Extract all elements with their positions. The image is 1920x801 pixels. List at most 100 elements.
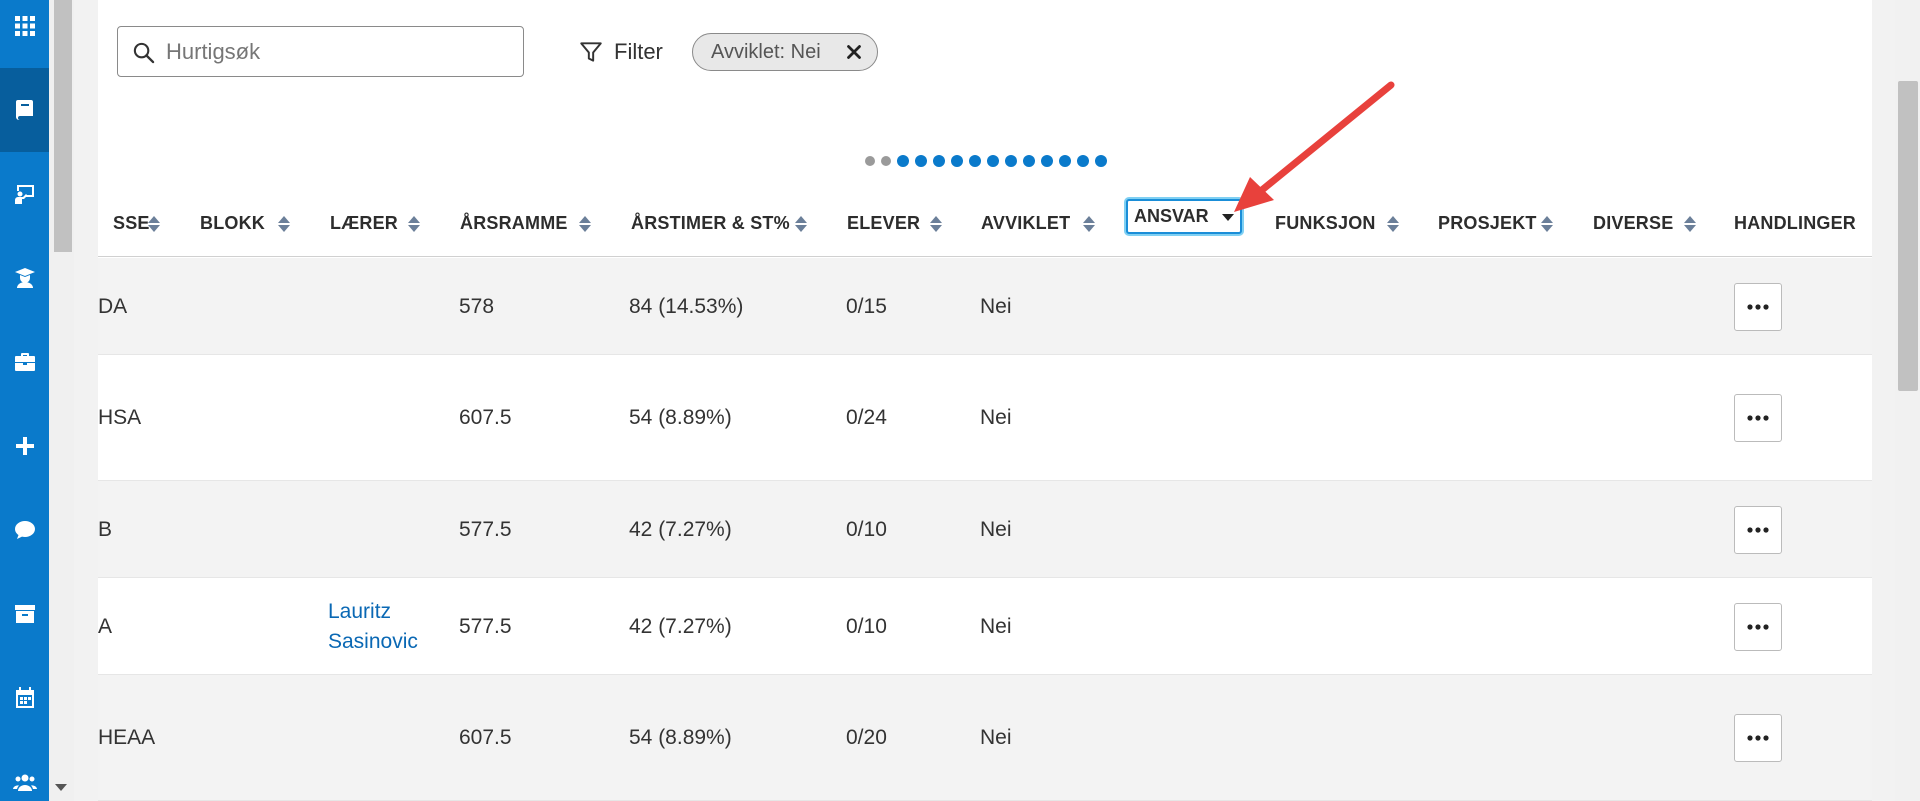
cell-elever: 0/24 (846, 406, 887, 429)
pager-dot[interactable] (987, 155, 999, 167)
nav-add[interactable] (0, 404, 49, 488)
sort-arrows-icon[interactable] (277, 209, 291, 237)
plus-icon (15, 437, 34, 455)
cell-elever: 0/20 (846, 726, 887, 749)
search-input[interactable] (166, 37, 506, 67)
more-dots-icon (1747, 303, 1769, 310)
close-icon[interactable] (843, 41, 865, 63)
pager-dot[interactable] (1095, 155, 1107, 167)
nav-archive[interactable] (0, 572, 49, 656)
sort-arrows-icon[interactable] (1540, 209, 1554, 237)
pager-dot[interactable] (969, 155, 981, 167)
table-row: B 577.5 42 (7.27%) 0/10 Nei (98, 481, 1872, 578)
pager-dot[interactable] (1041, 155, 1053, 167)
pager-dot[interactable] (1005, 155, 1017, 167)
nav-students[interactable] (0, 236, 49, 320)
header-ansvar-label: ANSVAR (1134, 206, 1209, 226)
sort-arrows-icon[interactable] (1082, 209, 1096, 237)
pager-dot[interactable] (915, 155, 927, 167)
cell-arsramme: 607.5 (459, 406, 512, 429)
cell-laerer-link[interactable]: Lauritz (328, 597, 391, 627)
header-årsramme[interactable]: ÅRSRAMME (460, 189, 591, 257)
header-årstimer-st-[interactable]: ÅRSTIMER & ST% (631, 189, 807, 257)
pager-dot[interactable] (1059, 155, 1071, 167)
header-label: ÅRSRAMME (460, 212, 568, 233)
pager-dot[interactable] (1077, 155, 1089, 167)
filter-button[interactable]: Filter (578, 36, 663, 68)
table-row: DA 578 84 (14.53%) 0/15 Nei (98, 258, 1872, 355)
header-prosjekt[interactable]: PROSJEKT (1438, 189, 1553, 257)
quick-search[interactable] (117, 26, 524, 77)
pager-dot[interactable] (951, 155, 963, 167)
search-icon (133, 42, 155, 64)
nav-calendar[interactable] (0, 656, 49, 740)
pager-dot[interactable] (881, 156, 891, 166)
more-dots-icon (1747, 526, 1769, 533)
cell-klasse: HSA (98, 406, 142, 429)
sort-arrows-icon[interactable] (147, 209, 161, 237)
cell-avviklet: Nei (980, 614, 1012, 638)
users-group-icon (12, 774, 37, 791)
table-row: HEAA 607.5 54 (8.89%) 0/20 Nei (98, 675, 1872, 801)
more-dots-icon (1747, 735, 1769, 741)
nav-messages[interactable] (0, 488, 49, 572)
filter-label: Filter (614, 39, 663, 64)
nav-briefcase[interactable] (0, 320, 49, 404)
header-elever[interactable]: ELEVER (847, 189, 942, 257)
cell-klasse: B (98, 517, 113, 541)
outer-scrollbar-thumb[interactable] (54, 0, 72, 252)
sort-arrows-icon[interactable] (407, 209, 421, 237)
sort-arrows-icon[interactable] (1386, 209, 1400, 237)
header-label: HANDLINGER (1734, 212, 1856, 233)
filter-chip-label: Avviklet: Nei (711, 40, 821, 63)
pager-dot[interactable] (865, 156, 875, 166)
header-sse[interactable]: SSE (113, 189, 160, 257)
left-nav-rail (0, 0, 49, 801)
student-graduate-icon (14, 268, 35, 288)
nav-teacher[interactable] (0, 152, 49, 236)
cell-elever: 0/15 (846, 294, 887, 318)
nav-book[interactable] (0, 68, 49, 152)
row-actions-button[interactable] (1734, 714, 1782, 762)
sort-arrows-icon[interactable] (929, 209, 943, 237)
nav-apps[interactable] (0, 0, 49, 68)
cell-avviklet: Nei (980, 294, 1012, 318)
right-scrollbar-thumb[interactable] (1898, 81, 1918, 391)
cell-arstimer: 84 (14.53%) (629, 294, 744, 318)
cell-arstimer: 54 (8.89%) (629, 406, 732, 429)
cell-laerer-link[interactable]: Sasinovic (328, 627, 418, 657)
row-actions-button[interactable] (1734, 602, 1782, 651)
pager-dot[interactable] (1023, 155, 1035, 167)
apps-grid-icon (14, 16, 35, 36)
caret-down-icon[interactable] (1222, 214, 1234, 221)
cell-arsramme: 577.5 (459, 614, 512, 638)
pager-dot[interactable] (897, 155, 909, 167)
header-funksjon[interactable]: FUNKSJON (1275, 189, 1399, 257)
header-label: ELEVER (847, 212, 921, 233)
cell-arsramme: 577.5 (459, 517, 512, 541)
cell-arstimer: 42 (7.27%) (629, 614, 732, 638)
header-diverse[interactable]: DIVERSE (1593, 189, 1696, 257)
cell-elever: 0/10 (846, 614, 887, 638)
nav-users[interactable] (0, 740, 49, 801)
header-label: PROSJEKT (1438, 212, 1537, 233)
sort-arrows-icon[interactable] (578, 209, 592, 237)
header-label: AVVIKLET (981, 212, 1071, 233)
cell-arstimer: 54 (8.89%) (629, 726, 732, 749)
header-label: BLOKK (200, 212, 265, 233)
row-actions-button[interactable] (1734, 394, 1782, 442)
sort-arrows-icon[interactable] (1683, 209, 1697, 237)
header-lærer[interactable]: LÆRER (330, 189, 420, 257)
header-label: ÅRSTIMER & ST% (631, 212, 790, 233)
cell-arstimer: 42 (7.27%) (629, 517, 732, 541)
header-avviklet[interactable]: AVVIKLET (981, 189, 1095, 257)
header-handlinger[interactable]: HANDLINGER (1734, 189, 1856, 257)
sort-arrows-icon[interactable] (794, 209, 808, 237)
cell-klasse: DA (98, 294, 128, 318)
row-actions-button[interactable] (1734, 282, 1782, 331)
pager-dot[interactable] (933, 155, 945, 167)
scroll-down-arrow-icon[interactable] (55, 784, 67, 791)
cell-arsramme: 578 (459, 294, 495, 318)
row-actions-button[interactable] (1734, 505, 1782, 554)
header-blokk[interactable]: BLOKK (200, 189, 290, 257)
